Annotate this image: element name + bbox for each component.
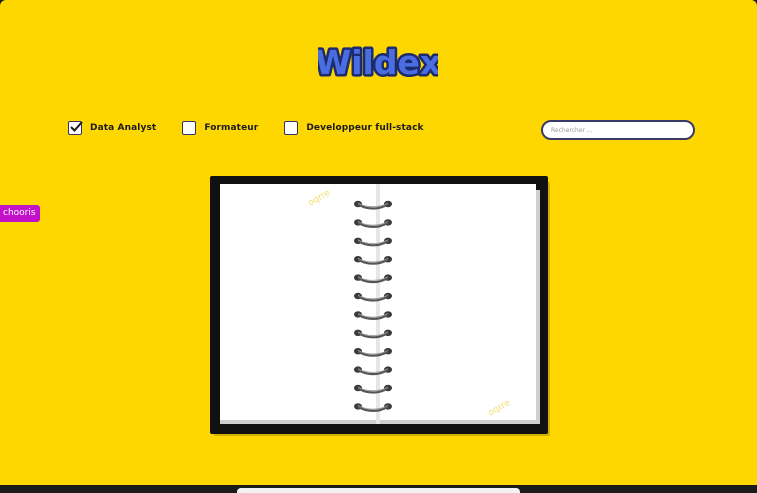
check-icon [70, 121, 83, 132]
filter-label-data-analyst: Data Analyst [90, 123, 157, 133]
filter-data-analyst[interactable]: Data Analyst [68, 121, 156, 135]
checkbox-developpeur-full-stack[interactable] [284, 121, 299, 135]
side-tag-label: chooris [3, 208, 36, 218]
filter-developpeur-full-stack[interactable]: Developpeur full-stack [284, 121, 423, 135]
filter-formateur[interactable]: Formateur [182, 121, 258, 135]
filter-label-developpeur-full-stack: Developpeur full-stack [306, 123, 424, 133]
logo-text: Wildex [318, 43, 438, 82]
filter-bar: Data Analyst Formateur Developpeur full-… [68, 121, 450, 135]
wildex-logo: Wildex Wildex [318, 41, 438, 85]
horizontal-scrollbar[interactable] [237, 488, 520, 493]
notebook-image: oqrre oqrre [210, 176, 550, 436]
window-bottom-bar [0, 485, 757, 493]
page-background: Wildex Wildex Data Analyst Formateur Dev… [0, 0, 757, 485]
filter-label-formateur: Formateur [204, 123, 259, 133]
search-input[interactable] [541, 120, 695, 140]
checkbox-data-analyst[interactable] [68, 121, 83, 135]
side-tag[interactable]: chooris [0, 205, 40, 222]
checkbox-formateur[interactable] [182, 121, 197, 135]
